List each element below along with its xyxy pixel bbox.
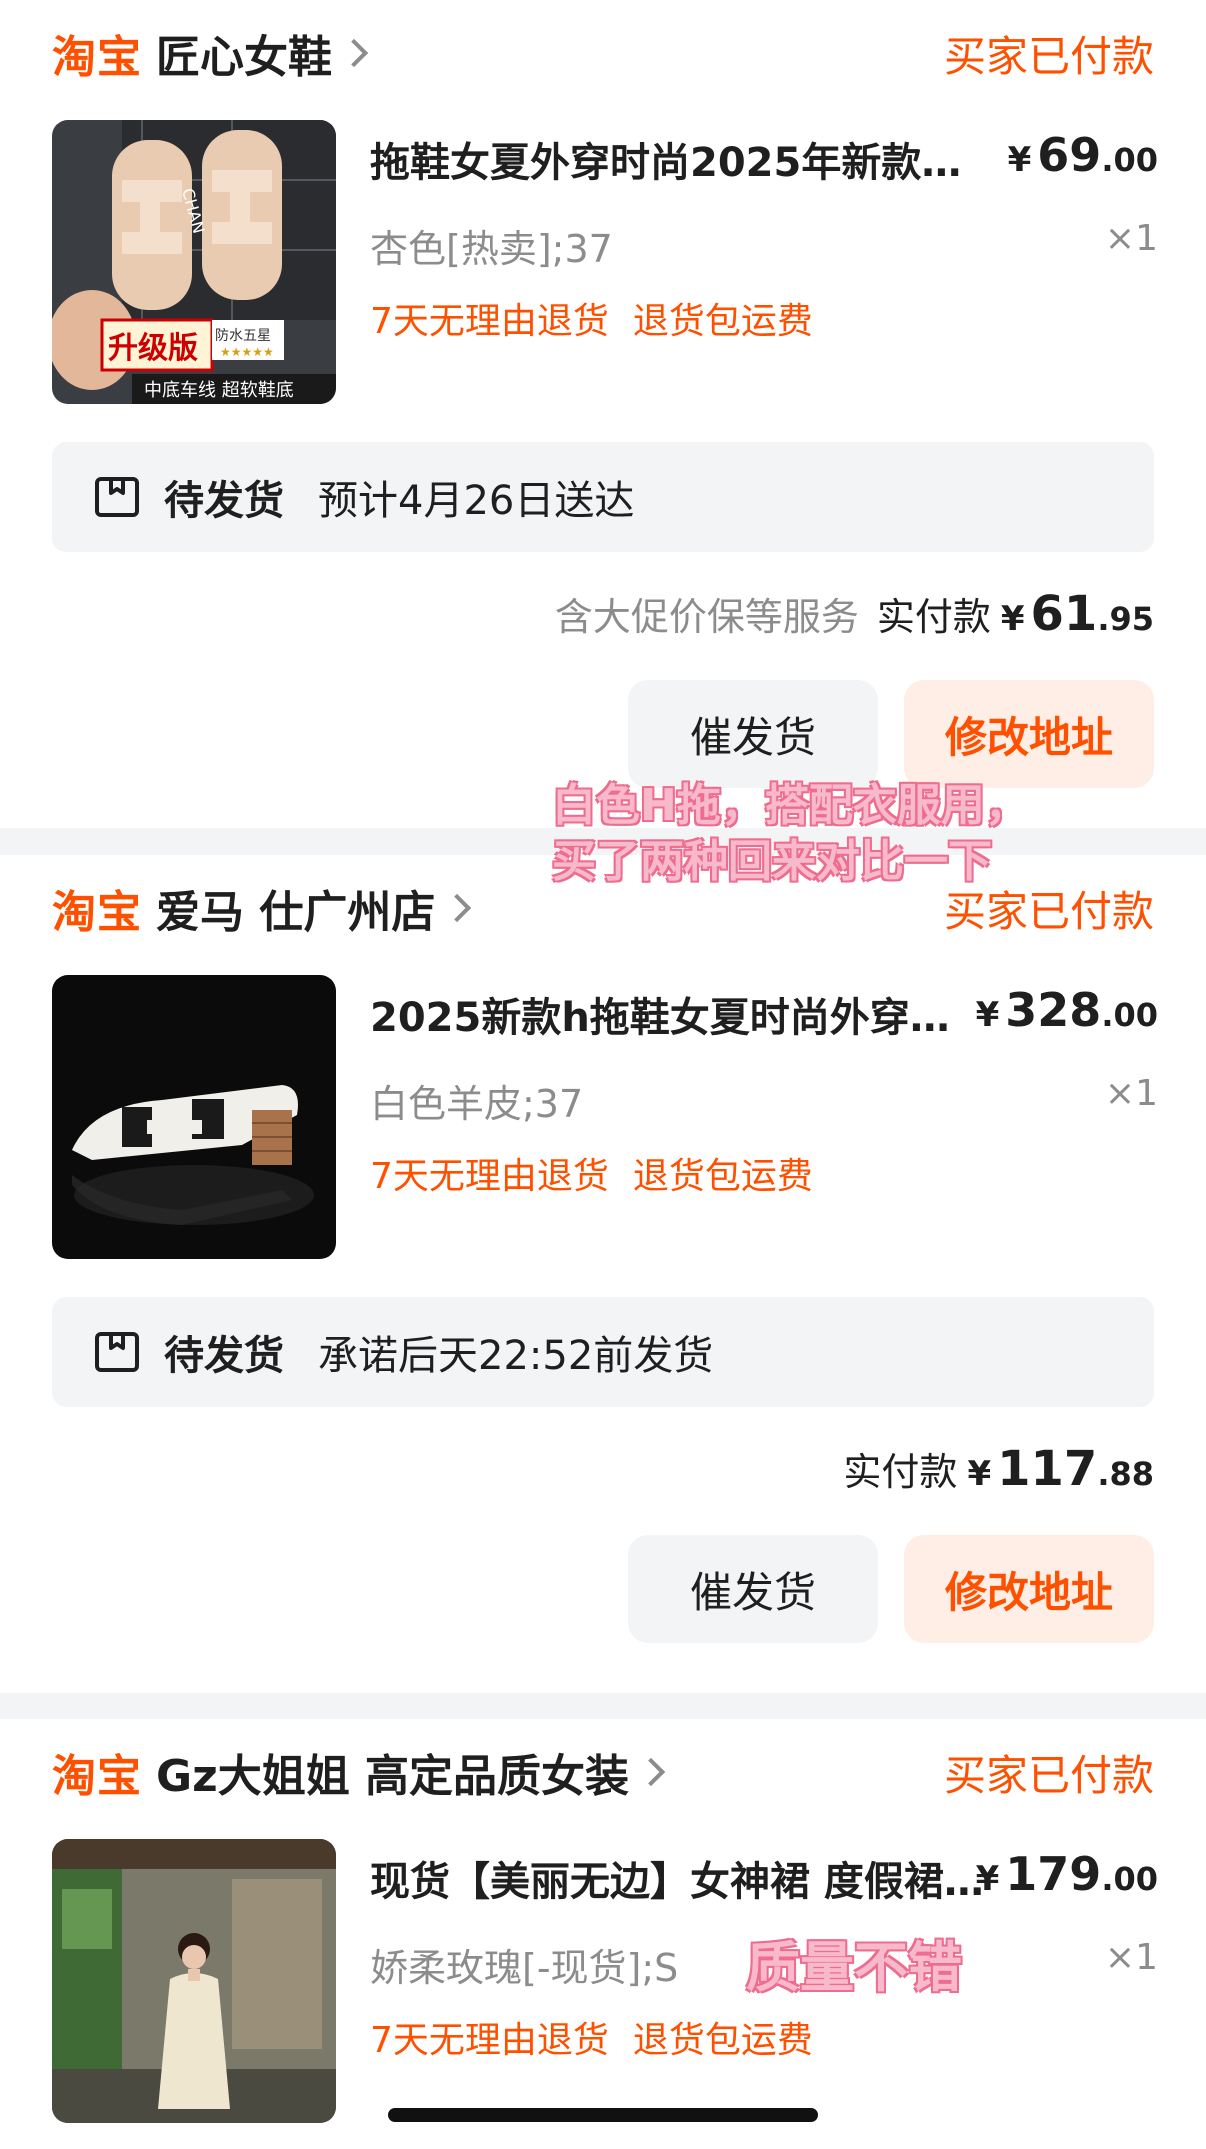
- shop-name[interactable]: 匠心女鞋: [156, 21, 332, 85]
- product-title[interactable]: 2025新款h拖鞋女夏时尚外穿…: [370, 985, 1000, 1043]
- svg-text:★★★★★: ★★★★★: [220, 345, 274, 359]
- chevron-right-icon[interactable]: [636, 1757, 666, 1787]
- ship-status: 待发货: [164, 478, 284, 524]
- product-thumbnail[interactable]: CHAN 升级版 防水五星 ★★★★★ 中底车线 超软鞋底: [52, 120, 336, 404]
- urge-shipping-button[interactable]: 催发货: [628, 680, 878, 788]
- product-sku: 娇柔玫瑰[-现货];S: [370, 1946, 679, 1990]
- tag-7day-return: 7天无理由退货: [370, 1156, 609, 1197]
- shop-header[interactable]: 淘宝 Gz大姐姐 高定品质女装 买家已付款: [52, 1740, 1154, 1804]
- product-sku: 杏色[热卖];37: [370, 227, 613, 271]
- tag-free-return-shipping: 退货包运费: [632, 301, 813, 342]
- shop-name[interactable]: Gz大姐姐 高定品质女装: [156, 1740, 629, 1804]
- ship-eta: 承诺后天22:52前发货: [318, 1333, 714, 1379]
- order-card-2[interactable]: 淘宝 爱马 仕广州店 买家已付款 2025新款h拖鞋女夏时尚外穿… ¥328.0…: [0, 855, 1206, 1693]
- product-qty: ×1: [1104, 1073, 1158, 1114]
- shop-header[interactable]: 淘宝 匠心女鞋 买家已付款: [52, 21, 1154, 85]
- product-price: ¥328.00: [975, 983, 1158, 1037]
- urge-shipping-button[interactable]: 催发货: [628, 1535, 878, 1643]
- product-qty: ×1: [1104, 1937, 1158, 1978]
- order-status: 买家已付款: [943, 31, 1154, 81]
- thumb-caption: 中底车线 超软鞋底: [144, 380, 294, 401]
- order-card-3[interactable]: 淘宝 Gz大姐姐 高定品质女装 买家已付款 现货【美丽无边】女神裙 度假裙… ¥…: [0, 1719, 1206, 2149]
- product-sku: 白色羊皮;37: [370, 1082, 584, 1126]
- paid-label: 实付款: [843, 1450, 958, 1494]
- shop-name[interactable]: 爱马 仕广州店: [156, 876, 435, 940]
- product-qty: ×1: [1104, 218, 1158, 259]
- taobao-logo: 淘宝: [52, 887, 142, 938]
- service-note: 含大促价保等服务: [554, 595, 859, 639]
- annotation-note-2: 质量不错: [746, 1936, 962, 1999]
- package-icon: [95, 1332, 139, 1372]
- home-indicator[interactable]: [388, 2108, 818, 2122]
- taobao-logo: 淘宝: [52, 1751, 142, 1802]
- service-tags: 7天无理由退货 退货包运费: [370, 292, 837, 344]
- paid-amount: ¥117.88: [967, 1441, 1154, 1497]
- product-price: ¥179.00: [975, 1847, 1158, 1901]
- shipping-status-box[interactable]: 待发货 预计4月26日送达: [52, 442, 1154, 552]
- ship-eta: 预计4月26日送达: [318, 478, 635, 524]
- annotation-note-1: 白色H拖，搭配衣服用， 买了两种回来对比一下: [552, 780, 1029, 887]
- product-price: ¥69.00: [1007, 128, 1158, 182]
- tag-free-return-shipping: 退货包运费: [632, 2020, 813, 2061]
- payment-row: 实付款 ¥117.88: [843, 1441, 1154, 1497]
- paid-label: 实付款: [876, 595, 991, 639]
- chevron-right-icon[interactable]: [443, 893, 472, 923]
- product-thumbnail[interactable]: [52, 1839, 336, 2123]
- thumb-badge: 升级版: [108, 331, 198, 366]
- thumb-badge-2: 防水五星: [215, 328, 271, 344]
- ship-status: 待发货: [164, 1333, 284, 1379]
- taobao-logo: 淘宝: [52, 32, 142, 83]
- product-title[interactable]: 现货【美丽无边】女神裙 度假裙…: [370, 1849, 1000, 1907]
- tag-7day-return: 7天无理由退货: [370, 301, 609, 342]
- change-address-button[interactable]: 修改地址: [904, 1535, 1154, 1643]
- tag-free-return-shipping: 退货包运费: [632, 1156, 813, 1197]
- change-address-button[interactable]: 修改地址: [904, 680, 1154, 788]
- tag-7day-return: 7天无理由退货: [370, 2020, 609, 2061]
- service-tags: 7天无理由退货 退货包运费: [370, 2011, 837, 2063]
- package-icon: [95, 477, 139, 517]
- paid-amount: ¥61.95: [1000, 586, 1154, 642]
- payment-row: 含大促价保等服务 实付款 ¥61.95: [555, 586, 1154, 642]
- shipping-status-box[interactable]: 待发货 承诺后天22:52前发货: [52, 1297, 1154, 1407]
- product-thumbnail[interactable]: [52, 975, 336, 1259]
- order-status: 买家已付款: [943, 1750, 1154, 1800]
- order-card-1[interactable]: 淘宝 匠心女鞋 买家已付款 CHAN 升级版 防水五星 ★★★★★ 中底车线 超…: [0, 0, 1206, 828]
- service-tags: 7天无理由退货 退货包运费: [370, 1147, 837, 1199]
- chevron-right-icon[interactable]: [339, 38, 369, 68]
- product-title[interactable]: 拖鞋女夏外穿时尚2025年新款…: [370, 130, 1000, 188]
